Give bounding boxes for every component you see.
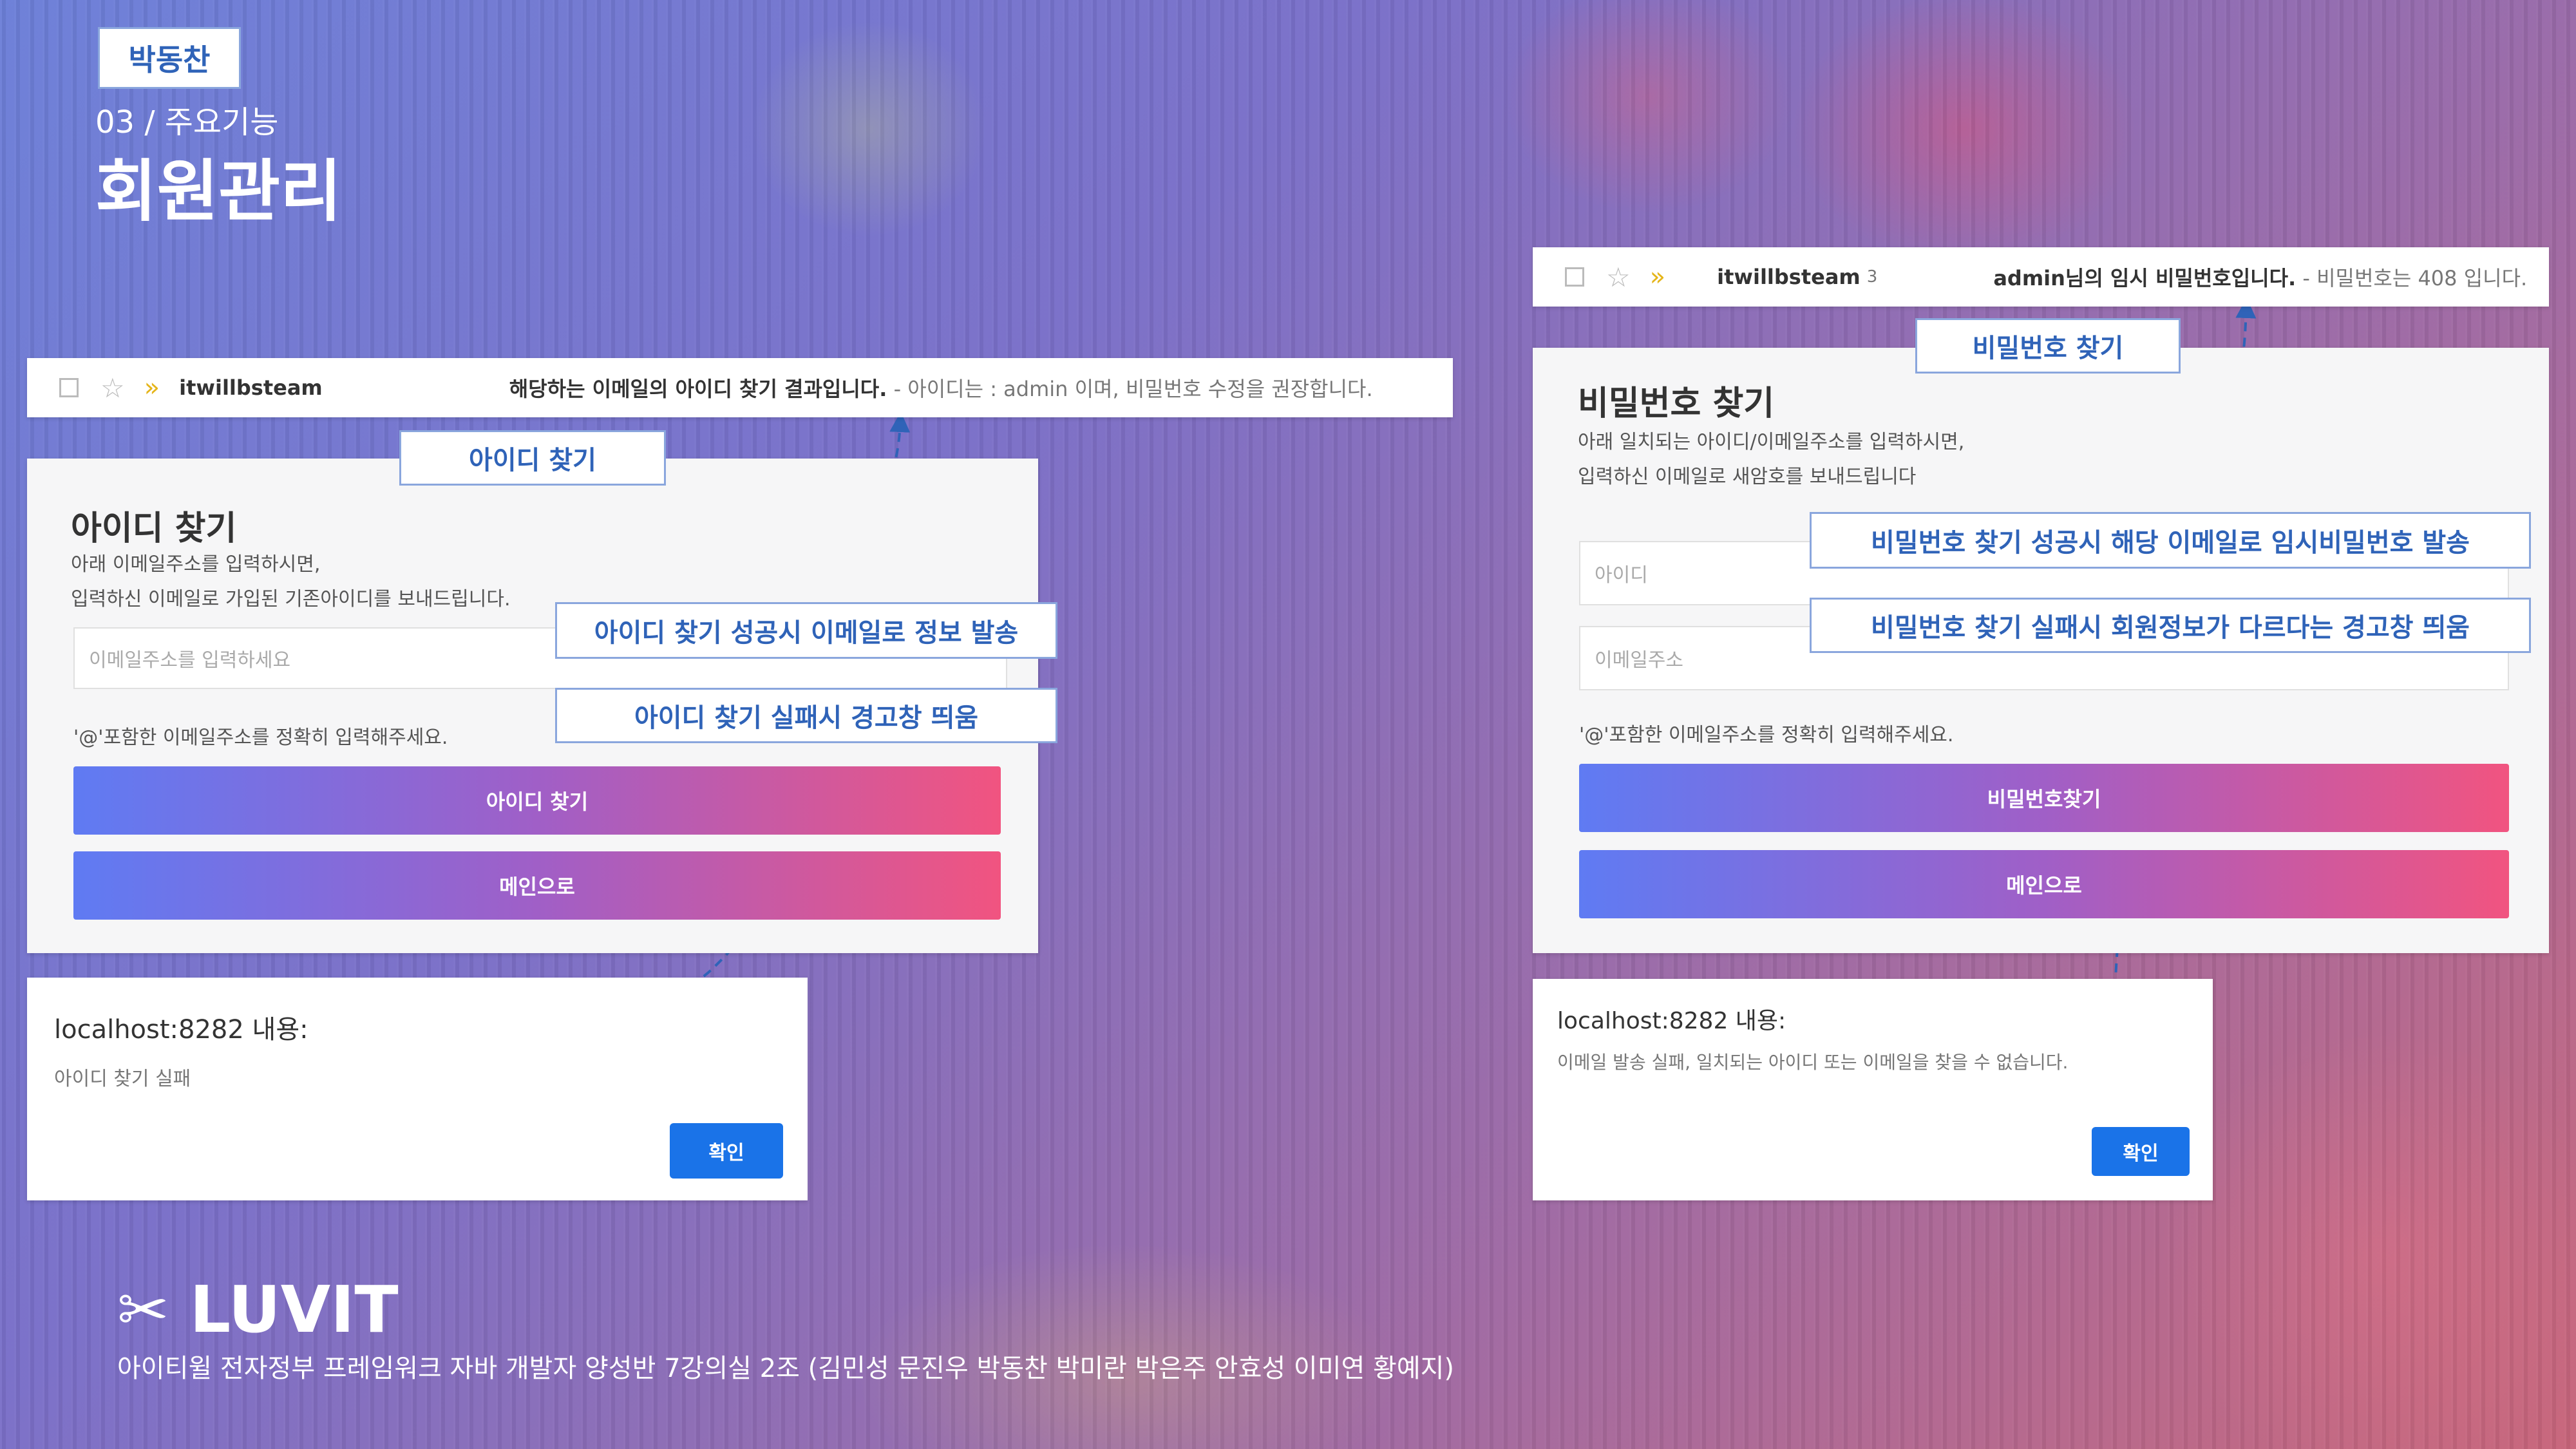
go-main-button[interactable]: 메인으로 xyxy=(1579,850,2509,918)
star-icon[interactable]: ☆ xyxy=(1606,261,1631,293)
alert-dialog-password-fail: localhost:8282 내용: 이메일 발송 실패, 일치되는 아이디 또… xyxy=(1533,979,2213,1200)
mail-sender: itwillbsteam xyxy=(179,375,323,400)
star-icon[interactable]: ☆ xyxy=(100,372,125,404)
form-heading: 비밀번호 찾기 xyxy=(1578,384,1775,423)
find-id-button[interactable]: 아이디 찾기 xyxy=(73,766,1001,835)
callout-id-success: 아이디 찾기 성공시 이메일로 정보 발송 xyxy=(555,602,1057,659)
dialog-title: localhost:8282 내용: xyxy=(1557,1008,1786,1034)
alert-dialog-id-fail: localhost:8282 내용: 아이디 찾기 실패 확인 xyxy=(27,978,808,1200)
dialog-message: 아이디 찾기 실패 xyxy=(54,1068,191,1090)
form-heading: 아이디 찾기 xyxy=(71,509,237,548)
form-description: 아래 일치되는 아이디/이메일주소를 입력하시면, 입력하신 이메일로 새암호를… xyxy=(1578,425,1964,495)
callout-find-id: 아이디 찾기 xyxy=(399,430,666,486)
brand: ✂ LUVIT xyxy=(117,1272,399,1347)
dialog-title: localhost:8282 내용: xyxy=(54,1015,308,1045)
callout-password-fail: 비밀번호 찾기 실패시 회원정보가 다르다는 경고창 띄움 xyxy=(1810,598,2531,653)
callout-password-success: 비밀번호 찾기 성공시 해당 이메일로 임시비밀번호 발송 xyxy=(1810,512,2531,569)
form-desc-line2: 입력하신 이메일로 가입된 기존아이디를 보내드립니다. xyxy=(71,588,511,611)
input-hint: '@'포함한 이메일주소를 정확히 입력해주세요. xyxy=(73,726,448,749)
importance-marker-icon[interactable]: » xyxy=(1650,262,1665,292)
form-desc-line1: 아래 이메일주소를 입력하시면, xyxy=(71,553,321,576)
importance-marker-icon[interactable]: » xyxy=(144,373,160,402)
crossed-utensils-icon: ✂ xyxy=(117,1273,169,1346)
form-desc-line1: 아래 일치되는 아이디/이메일주소를 입력하시면, xyxy=(1578,431,1965,453)
dialog-message: 이메일 발송 실패, 일치되는 아이디 또는 이메일을 찾을 수 없습니다. xyxy=(1557,1052,2069,1073)
form-desc-line2: 입력하신 이메일로 새암호를 보내드립니다 xyxy=(1578,466,1917,488)
mail-sender: itwillbsteam xyxy=(1717,265,1861,289)
checkbox[interactable] xyxy=(59,378,79,397)
mail-thread-count: 3 xyxy=(1866,267,1878,287)
mail-snippet: - 아이디는 : admin 이며, 비밀번호 수정을 권장합니다. xyxy=(887,377,1373,401)
mail-summary: 해당하는 이메일의 아이디 찾기 결과입니다. - 아이디는 : admin 이… xyxy=(509,373,1373,402)
mail-row-id-result[interactable]: ☆ » itwillbsteam 해당하는 이메일의 아이디 찾기 결과입니다.… xyxy=(27,358,1453,417)
mail-subject: admin님의 임시 비밀번호입니다. xyxy=(1993,266,2297,290)
dialog-ok-button[interactable]: 확인 xyxy=(2092,1127,2190,1176)
footer-team-info: 아이티윌 전자정부 프레임워크 자바 개발자 양성반 7강의실 2조 (김민성 … xyxy=(117,1354,1455,1383)
find-password-button[interactable]: 비밀번호찾기 xyxy=(1579,764,2509,832)
callout-find-password: 비밀번호 찾기 xyxy=(1915,318,2181,374)
mail-subject: 해당하는 이메일의 아이디 찾기 결과입니다. xyxy=(509,377,887,401)
callout-id-fail: 아이디 찾기 실패시 경고창 띄움 xyxy=(555,688,1057,743)
form-description: 아래 이메일주소를 입력하시면, 입력하신 이메일로 가입된 기존아이디를 보내… xyxy=(71,547,510,617)
mail-summary: admin님의 임시 비밀번호입니다. - 비밀번호는 408 입니다. xyxy=(1993,262,2527,292)
brand-name: LUVIT xyxy=(189,1272,399,1347)
go-main-button[interactable]: 메인으로 xyxy=(73,851,1001,920)
dialog-ok-button[interactable]: 확인 xyxy=(670,1123,783,1179)
mail-snippet: - 비밀번호는 408 입니다. xyxy=(2296,266,2528,290)
checkbox[interactable] xyxy=(1565,267,1584,287)
mail-row-temp-password[interactable]: ☆ » itwillbsteam 3 admin님의 임시 비밀번호입니다. -… xyxy=(1533,247,2549,307)
input-hint: '@'포함한 이메일주소를 정확히 입력해주세요. xyxy=(1579,724,1954,746)
